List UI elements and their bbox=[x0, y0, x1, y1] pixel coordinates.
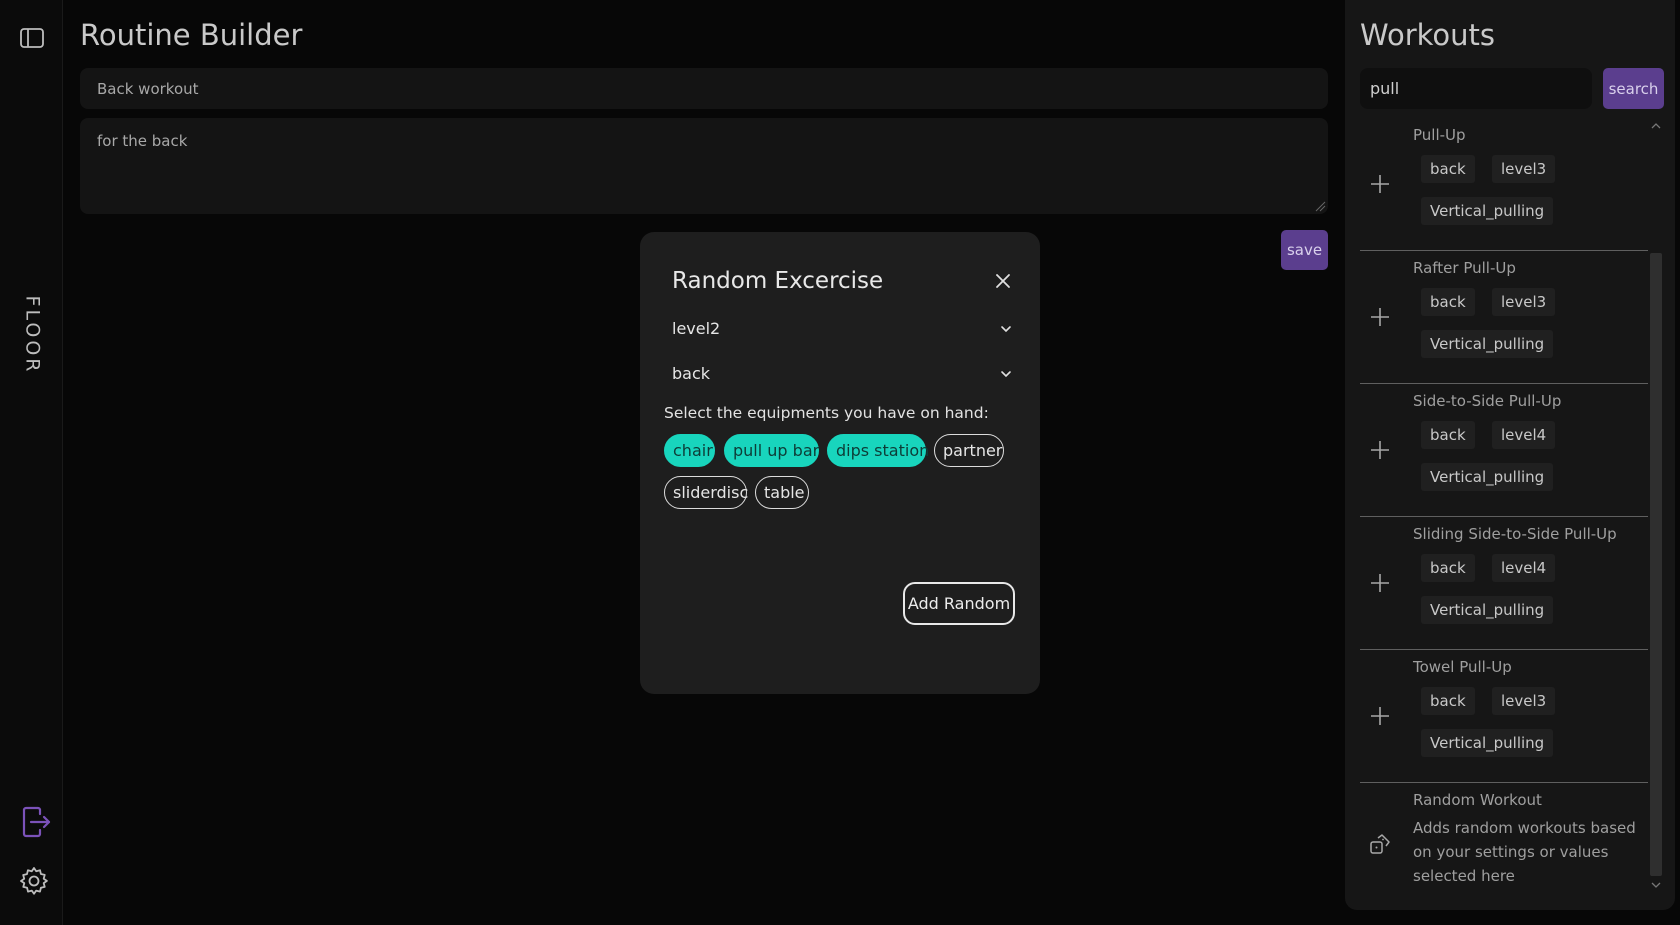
level-tag: level3 bbox=[1492, 288, 1556, 316]
equipment-chip[interactable]: partner bbox=[934, 434, 1004, 467]
muscle-tag: back bbox=[1421, 687, 1475, 715]
routine-description-input[interactable]: for the back bbox=[80, 118, 1328, 214]
resize-handle-icon[interactable] bbox=[1314, 200, 1326, 212]
equipment-chip[interactable]: table bbox=[755, 476, 809, 509]
workout-name: Pull-Up bbox=[1413, 126, 1466, 144]
gear-icon[interactable] bbox=[18, 865, 50, 897]
search-button[interactable]: search bbox=[1603, 68, 1664, 109]
movement-tag: Vertical_pulling bbox=[1421, 330, 1554, 358]
app: FLOOR Routine Builder for the back save … bbox=[0, 0, 1680, 925]
movement-tag: Vertical_pulling bbox=[1421, 197, 1554, 225]
workout-item: Towel Pull-Up back level3 Vertical_pulli… bbox=[1360, 650, 1648, 783]
level-tag: level4 bbox=[1492, 421, 1556, 449]
scroll-up-icon[interactable] bbox=[1651, 122, 1661, 130]
search-input[interactable] bbox=[1360, 68, 1592, 109]
plus-icon[interactable] bbox=[1368, 571, 1392, 595]
save-button[interactable]: save bbox=[1281, 230, 1328, 270]
scroll-down-icon[interactable] bbox=[1651, 881, 1661, 889]
muscle-tag: back bbox=[1421, 288, 1475, 316]
chevron-down-icon bbox=[1001, 326, 1011, 333]
equipment-label: Select the equipments you have on hand: bbox=[664, 404, 989, 422]
page-title: Routine Builder bbox=[80, 18, 303, 52]
side-rail: FLOOR bbox=[0, 0, 63, 925]
random-workout-item: Random Workout Adds random workouts base… bbox=[1360, 783, 1648, 893]
muscle-select-value: back bbox=[672, 364, 711, 383]
workout-name: Sliding Side-to-Side Pull-Up bbox=[1413, 525, 1617, 543]
movement-tag: Vertical_pulling bbox=[1421, 596, 1554, 624]
level-select-value: level2 bbox=[672, 319, 721, 338]
modal-title: Random Excercise bbox=[672, 268, 884, 294]
equipment-chip[interactable]: sliderdisc bbox=[664, 476, 748, 509]
random-exercise-modal: Random Excercise level2 back Select the … bbox=[640, 232, 1040, 694]
level-tag: level3 bbox=[1492, 155, 1556, 183]
dice-icon[interactable] bbox=[1368, 832, 1392, 856]
level-tag: level4 bbox=[1492, 554, 1556, 582]
scrollbar-thumb[interactable] bbox=[1650, 253, 1662, 876]
random-workout-name: Random Workout bbox=[1413, 791, 1542, 809]
brand-text: FLOOR bbox=[21, 295, 44, 375]
plus-icon[interactable] bbox=[1368, 438, 1392, 462]
chevron-down-icon bbox=[1001, 371, 1011, 378]
workout-item: Side-to-Side Pull-Up back level4 Vertica… bbox=[1360, 384, 1648, 517]
workouts-panel: Workouts search Pull-Up back level3 Vert… bbox=[1345, 0, 1675, 910]
workout-item: Pull-Up back level3 Vertical_pulling bbox=[1360, 118, 1648, 251]
muscle-tag: back bbox=[1421, 421, 1475, 449]
workout-name: Side-to-Side Pull-Up bbox=[1413, 392, 1562, 410]
muscle-select[interactable]: back bbox=[672, 359, 1012, 389]
equipment-chip[interactable]: dips station bbox=[827, 434, 929, 467]
movement-tag: Vertical_pulling bbox=[1421, 729, 1554, 757]
muscle-tag: back bbox=[1421, 155, 1475, 183]
workout-list: Pull-Up back level3 Vertical_pulling Raf… bbox=[1360, 118, 1648, 893]
workout-name: Rafter Pull-Up bbox=[1413, 259, 1516, 277]
logout-icon[interactable] bbox=[20, 805, 52, 839]
plus-icon[interactable] bbox=[1368, 704, 1392, 728]
add-random-button[interactable]: Add Random bbox=[903, 582, 1015, 625]
equipment-chip[interactable]: chair bbox=[664, 434, 715, 467]
plus-icon[interactable] bbox=[1368, 172, 1392, 196]
muscle-tag: back bbox=[1421, 554, 1475, 582]
close-icon[interactable] bbox=[992, 270, 1014, 292]
movement-tag: Vertical_pulling bbox=[1421, 463, 1554, 491]
level-tag: level3 bbox=[1492, 687, 1556, 715]
brand-logo: FLOOR bbox=[14, 290, 50, 380]
workout-name: Towel Pull-Up bbox=[1413, 658, 1512, 676]
equipment-chip[interactable]: pull up bar bbox=[724, 434, 819, 467]
routine-name-input[interactable] bbox=[80, 68, 1328, 109]
workout-item: Rafter Pull-Up back level3 Vertical_pull… bbox=[1360, 251, 1648, 384]
workout-item: Sliding Side-to-Side Pull-Up back level4… bbox=[1360, 517, 1648, 650]
workouts-title: Workouts bbox=[1360, 18, 1496, 52]
level-select[interactable]: level2 bbox=[672, 314, 1012, 344]
random-workout-description: Adds random workouts based on your setti… bbox=[1413, 819, 1636, 885]
plus-icon[interactable] bbox=[1368, 305, 1392, 329]
sidebar-toggle-icon[interactable] bbox=[18, 24, 46, 52]
